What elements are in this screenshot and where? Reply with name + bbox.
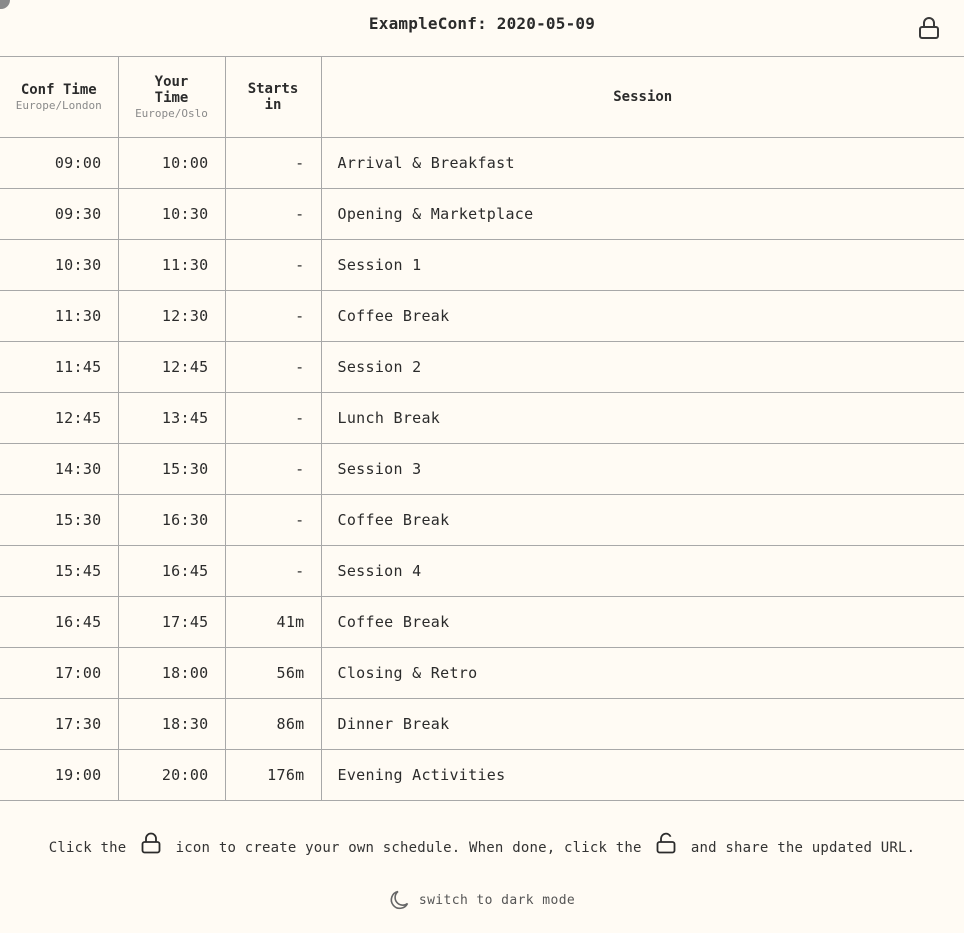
starts-in-cell: - [224,239,321,291]
conf-time-cell: 14:30 [0,443,118,495]
conf-time-cell: 17:30 [0,698,118,750]
column-header-session: Session [320,56,964,138]
starts-in-cell: - [224,290,321,342]
conf-time-cell: 15:30 [0,494,118,546]
conf-time-cell: 12:45 [0,392,118,444]
table-row: 12:45 13:45 - Lunch Break [0,392,964,444]
table-row: 10:30 11:30 - Session 1 [0,239,964,291]
table-header-row: Conf Time Europe/London Your Time Europe… [0,56,964,138]
table-row: 11:30 12:30 - Coffee Break [0,290,964,342]
hint-text-3: and share the updated URL. [690,840,916,856]
starts-in-cell: - [224,341,321,393]
hint-text-1: Click the [48,840,127,856]
hint-text-2: icon to create your own schedule. When d… [175,840,642,856]
conf-time-cell: 09:30 [0,188,118,240]
starts-in-cell: 41m [224,596,321,648]
column-header-conf-time: Conf Time Europe/London [0,56,118,138]
your-time-cell: 10:00 [117,137,225,189]
table-row: 17:30 18:30 86m Dinner Break [0,698,964,750]
starts-in-label-line1: Starts [247,81,299,97]
conf-time-cell: 11:45 [0,341,118,393]
session-cell: Coffee Break [320,596,964,648]
your-time-cell: 15:30 [117,443,225,495]
table-row: 14:30 15:30 - Session 3 [0,443,964,495]
table-row: 09:00 10:00 - Arrival & Breakfast [0,137,964,189]
session-cell: Lunch Break [320,392,964,444]
session-cell: Dinner Break [320,698,964,750]
starts-in-cell: 56m [224,647,321,699]
conf-time-cell: 17:00 [0,647,118,699]
table-row: 15:30 16:30 - Coffee Break [0,494,964,546]
moon-icon [390,890,409,910]
your-time-cell: 18:30 [117,698,225,750]
session-cell: Session 4 [320,545,964,597]
session-cell: Opening & Marketplace [320,188,964,240]
session-cell: Evening Activities [320,749,964,801]
starts-in-cell: 176m [224,749,321,801]
lock-button[interactable] [916,14,942,42]
dark-mode-toggle[interactable]: switch to dark mode [0,889,964,915]
your-time-cell: 17:45 [117,596,225,648]
starts-in-cell: - [224,545,321,597]
table-row: 09:30 10:30 - Opening & Marketplace [0,188,964,240]
page-header: ExampleConf: 2020-05-09 [0,0,964,56]
session-cell: Session 1 [320,239,964,291]
table-row: 17:00 18:00 56m Closing & Retro [0,647,964,699]
your-time-cell: 11:30 [117,239,225,291]
page-title: ExampleConf: 2020-05-09 [368,14,596,33]
session-cell: Coffee Break [320,290,964,342]
session-cell: Arrival & Breakfast [320,137,964,189]
your-time-label-line1: Your [154,73,189,90]
conf-timezone: Europe/London [15,98,102,112]
starts-in-cell: - [224,494,321,546]
your-time-cell: 12:30 [117,290,225,342]
edit-hint: Click the icon to create your own schedu… [0,832,964,858]
your-time-cell: 13:45 [117,392,225,444]
table-row: 19:00 20:00 176m Evening Activities [0,749,964,801]
conf-time-cell: 09:00 [0,137,118,189]
starts-in-cell: 86m [224,698,321,750]
conf-time-label: Conf Time [20,81,97,98]
schedule-table: Conf Time Europe/London Your Time Europe… [0,56,964,801]
column-header-your-time: Your Time Europe/Oslo [117,56,225,138]
conf-time-cell: 10:30 [0,239,118,291]
lock-icon [919,17,939,39]
conf-time-cell: 11:30 [0,290,118,342]
your-time-cell: 12:45 [117,341,225,393]
conf-time-cell: 19:00 [0,749,118,801]
starts-in-cell: - [224,392,321,444]
conf-time-cell: 16:45 [0,596,118,648]
your-timezone: Europe/Oslo [135,106,208,120]
starts-in-cell: - [224,188,321,240]
session-cell: Session 3 [320,443,964,495]
column-header-starts-in: Starts in [224,56,321,138]
session-cell: Coffee Break [320,494,964,546]
conf-time-cell: 15:45 [0,545,118,597]
table-row: 11:45 12:45 - Session 2 [0,341,964,393]
table-row: 15:45 16:45 - Session 4 [0,545,964,597]
table-row: 16:45 17:45 41m Coffee Break [0,596,964,648]
starts-in-label-line2: in [264,97,282,113]
your-time-cell: 10:30 [117,188,225,240]
starts-in-cell: - [224,137,321,189]
your-time-cell: 16:45 [117,545,225,597]
session-label: Session [613,89,673,105]
session-cell: Closing & Retro [320,647,964,699]
lock-icon [141,832,161,858]
your-time-cell: 16:30 [117,494,225,546]
your-time-cell: 20:00 [117,749,225,801]
starts-in-cell: - [224,443,321,495]
your-time-cell: 18:00 [117,647,225,699]
your-time-label-line2: Time [154,89,189,106]
dark-mode-label[interactable]: switch to dark mode [419,893,575,908]
unlock-icon [656,832,676,858]
session-cell: Session 2 [320,341,964,393]
